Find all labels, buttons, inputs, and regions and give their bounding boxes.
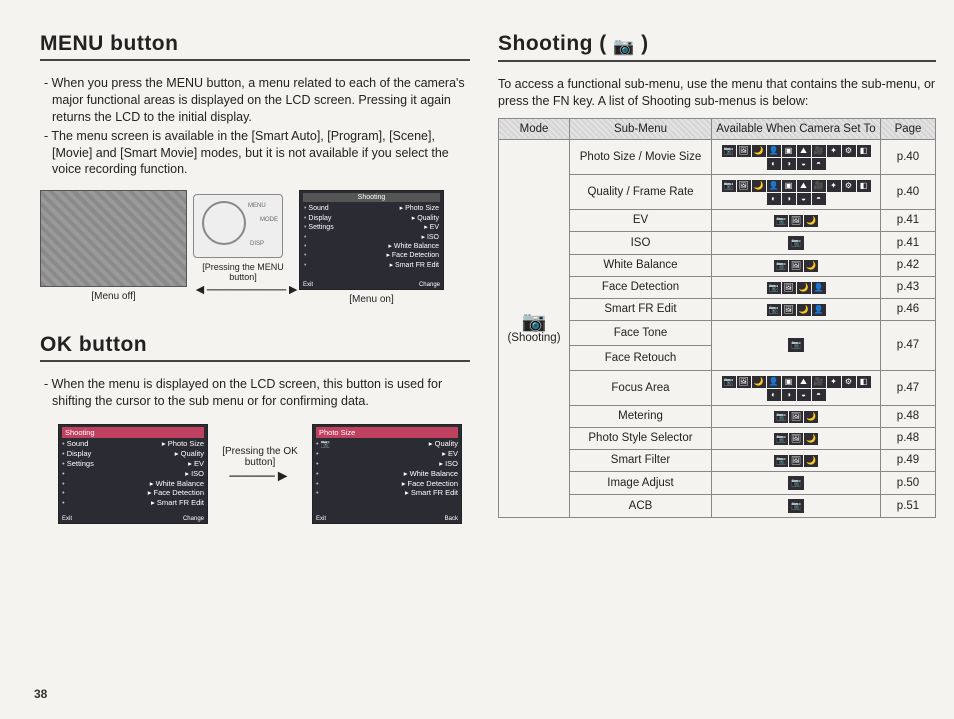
page-cell: p.51: [881, 494, 936, 517]
page-cell: p.47: [881, 370, 936, 405]
camera-icon: 📷: [503, 312, 565, 332]
page-cell: p.41: [881, 231, 936, 254]
caption-menu-off: [Menu off]: [40, 291, 187, 302]
avail-cell: 📷🖼🌙: [712, 254, 881, 276]
submenu-cell: Photo Size / Movie Size: [570, 139, 712, 174]
page-cell: p.48: [881, 405, 936, 427]
submenu-cell: Quality / Frame Rate: [570, 174, 712, 209]
page-cell: p.40: [881, 139, 936, 174]
th-available: Available When Camera Set To: [712, 118, 881, 139]
th-page: Page: [881, 118, 936, 139]
avail-cell: 📷🖼🌙👤▣⛰🎥✦⚙◧◐◑◒◓: [712, 370, 881, 405]
page-cell: p.47: [881, 320, 936, 370]
label-mode: MODE: [260, 217, 278, 223]
page-cell: p.43: [881, 276, 936, 298]
submenu-cell: EV: [570, 209, 712, 231]
mode-cell: 📷(Shooting): [499, 139, 570, 517]
ok-panel-before: Shooting SoundPhoto Size DisplayQuality …: [58, 424, 208, 524]
menu-figure-row: [Menu off] MENU MODE DISP [Pressing the …: [40, 190, 470, 305]
lcd-photo-off: [40, 190, 187, 287]
page-cell: p.50: [881, 471, 936, 494]
menu-p1: - When you press the MENU button, a menu…: [40, 75, 470, 126]
avail-cell: 📷🖼🌙: [712, 405, 881, 427]
page-number: 38: [34, 687, 47, 701]
avail-cell: 📷: [712, 231, 881, 254]
page-cell: p.49: [881, 449, 936, 471]
submenu-cell: Photo Style Selector: [570, 427, 712, 449]
press-ok-label: [Pressing the OK button]: [218, 446, 302, 468]
menu-button-body: - When you press the MENU button, a menu…: [40, 75, 470, 178]
avail-cell: 📷🖼🌙: [712, 449, 881, 471]
double-arrow-icon: ◄────────►: [193, 282, 283, 296]
avail-cell: 📷: [712, 471, 881, 494]
avail-cell: 📷: [712, 320, 881, 370]
arrow-right-icon: ────►: [218, 468, 302, 486]
avail-cell: 📷🖼🌙👤: [712, 298, 881, 320]
page-cell: p.46: [881, 298, 936, 320]
avail-cell: 📷🖼🌙👤: [712, 276, 881, 298]
avail-cell: 📷🖼🌙👤▣⛰🎥✦⚙◧◐◑◒◓: [712, 139, 881, 174]
avail-cell: 📷🖼🌙👤▣⛰🎥✦⚙◧◐◑◒◓: [712, 174, 881, 209]
panel-header: Shooting: [303, 193, 440, 202]
submenu-cell: ISO: [570, 231, 712, 254]
submenu-cell: Focus Area: [570, 370, 712, 405]
submenu-cell: Image Adjust: [570, 471, 712, 494]
submenu-cell: Face ToneFace Retouch: [570, 320, 712, 370]
label-disp: DISP: [250, 241, 264, 247]
ok-figure-row: Shooting SoundPhoto Size DisplayQuality …: [58, 424, 470, 524]
page-cell: p.40: [881, 174, 936, 209]
shooting-submenu-table: Mode Sub-Menu Available When Camera Set …: [498, 118, 936, 518]
press-menu-label: [Pressing the MENU button]: [193, 262, 293, 282]
submenu-cell: Smart Filter: [570, 449, 712, 471]
ok-button-body: - When the menu is displayed on the LCD …: [40, 376, 470, 410]
avail-cell: 📷🖼🌙: [712, 209, 881, 231]
label-menu: MENU: [248, 203, 266, 209]
avail-cell: 📷🖼🌙: [712, 427, 881, 449]
page-cell: p.42: [881, 254, 936, 276]
submenu-cell: Face Detection: [570, 276, 712, 298]
page-cell: p.41: [881, 209, 936, 231]
table-row: 📷(Shooting)Photo Size / Movie Size📷🖼🌙👤▣⛰…: [499, 139, 936, 174]
ok-button-heading: OK button: [40, 333, 470, 362]
th-mode: Mode: [499, 118, 570, 139]
menu-p2: - The menu screen is available in the [S…: [40, 128, 470, 179]
lcd-menu-on: Shooting SoundPhoto Size DisplayQuality …: [299, 190, 444, 290]
camera-icon: 📷: [613, 37, 635, 56]
shooting-heading: Shooting ( 📷 ): [498, 32, 936, 62]
avail-cell: 📷: [712, 494, 881, 517]
submenu-cell: Metering: [570, 405, 712, 427]
submenu-cell: White Balance: [570, 254, 712, 276]
ok-p1: - When the menu is displayed on the LCD …: [40, 376, 470, 410]
shooting-intro: To access a functional sub-menu, use the…: [498, 76, 936, 110]
submenu-cell: Smart FR Edit: [570, 298, 712, 320]
caption-menu-on: [Menu on]: [299, 294, 444, 305]
menu-button-heading: MENU button: [40, 32, 470, 61]
th-submenu: Sub-Menu: [570, 118, 712, 139]
ok-panel-after: Photo Size 📷Quality EV ISO White Balance…: [312, 424, 462, 524]
camera-back-diagram: MENU MODE DISP: [193, 194, 283, 258]
submenu-cell: ACB: [570, 494, 712, 517]
page-cell: p.48: [881, 427, 936, 449]
